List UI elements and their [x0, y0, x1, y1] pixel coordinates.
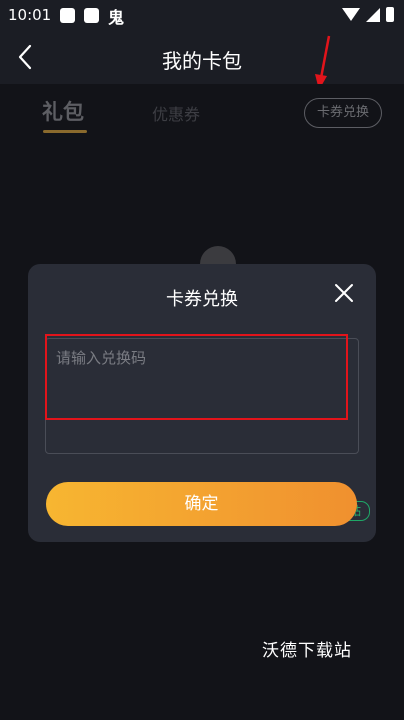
status-time: 10:01 — [8, 6, 52, 24]
close-button[interactable] — [333, 282, 355, 304]
watermark: 沃德下载站 — [262, 641, 352, 661]
wifi-icon — [342, 8, 360, 21]
close-icon — [335, 284, 353, 302]
dialog-title: 卡券兑换 — [166, 289, 238, 310]
redeem-coupon-button[interactable]: 卡券兑换 — [304, 98, 382, 128]
annotation-highlight-box — [45, 334, 348, 420]
tab-gift[interactable]: 礼包 — [42, 96, 84, 126]
notification-icon — [60, 8, 75, 23]
notification-icon — [84, 8, 99, 23]
confirm-button[interactable]: 确定 — [46, 482, 357, 526]
battery-icon — [386, 7, 394, 22]
status-bar: 10:01 鬼 — [0, 0, 404, 32]
page-title: 我的卡包 — [162, 49, 242, 73]
signal-icon — [366, 7, 380, 22]
app-notification-icon: 鬼 — [108, 8, 125, 27]
tab-coupon[interactable]: 优惠券 — [152, 101, 200, 125]
active-tab-indicator — [43, 130, 87, 133]
status-indicators — [342, 7, 394, 22]
app-header: 我的卡包 — [0, 32, 404, 84]
